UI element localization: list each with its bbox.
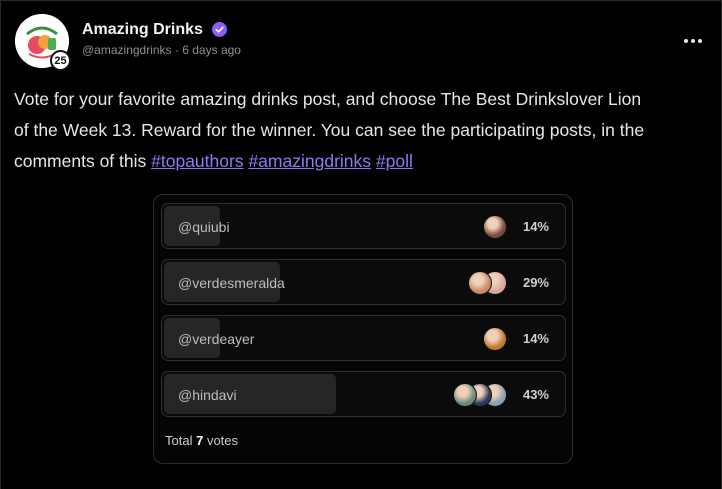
voter-avatar	[483, 327, 507, 351]
level-badge: 25	[50, 50, 71, 71]
poll-option-label: @hindavi	[178, 387, 237, 403]
poll-option[interactable]: @verdesmeralda 29%	[161, 259, 566, 305]
voter-avatar	[453, 383, 477, 407]
voter-avatar	[483, 215, 507, 239]
poll-option-label: @quiubi	[178, 219, 230, 235]
poll: @quiubi 14% @verdesmeralda 29% @verdeaye…	[153, 194, 573, 464]
voter-avatar	[468, 271, 492, 295]
poll-option-percent: 29%	[522, 275, 549, 290]
verified-check-icon	[212, 22, 227, 37]
poll-option-percent: 14%	[522, 219, 549, 234]
poll-option-label: @verdeayer	[178, 331, 255, 347]
hashtag-link[interactable]: #amazingdrinks	[248, 151, 371, 171]
total-votes: Total 7 votes	[165, 433, 239, 448]
total-votes-count: 7	[196, 433, 204, 448]
post-text-line: of the Week 13. Reward for the winner. Y…	[14, 120, 645, 140]
hashtag-link[interactable]: #topauthors	[151, 151, 243, 171]
poll-option[interactable]: @hindavi 43%	[161, 371, 566, 417]
voter-avatars	[453, 383, 507, 407]
poll-option-label: @verdesmeralda	[178, 275, 285, 291]
post-text: Vote for your favorite amazing drinks po…	[14, 84, 714, 177]
post-card: 25 Amazing Drinks @amazingdrinks · 6 day…	[0, 0, 722, 489]
poll-option[interactable]: @verdeayer 14%	[161, 315, 566, 361]
poll-option[interactable]: @quiubi 14%	[161, 203, 566, 249]
poll-option-percent: 43%	[522, 387, 549, 402]
post-text-line: comments of this #topauthors #amazingdri…	[14, 151, 413, 171]
post-text-line: Vote for your favorite amazing drinks po…	[14, 89, 642, 109]
hashtag-link[interactable]: #poll	[376, 151, 413, 171]
handle-row: @amazingdrinks · 6 days ago	[82, 43, 241, 57]
voter-avatars	[483, 327, 507, 351]
author-name[interactable]: Amazing Drinks	[82, 21, 203, 39]
voter-avatars	[468, 271, 507, 295]
voter-avatars	[483, 215, 507, 239]
post-time[interactable]: 6 days ago	[182, 43, 241, 57]
more-options-icon	[684, 39, 688, 43]
separator-dot: ·	[174, 43, 179, 57]
author-handle[interactable]: @amazingdrinks	[82, 43, 172, 57]
more-options-button[interactable]	[679, 31, 707, 51]
poll-option-percent: 14%	[522, 331, 549, 346]
